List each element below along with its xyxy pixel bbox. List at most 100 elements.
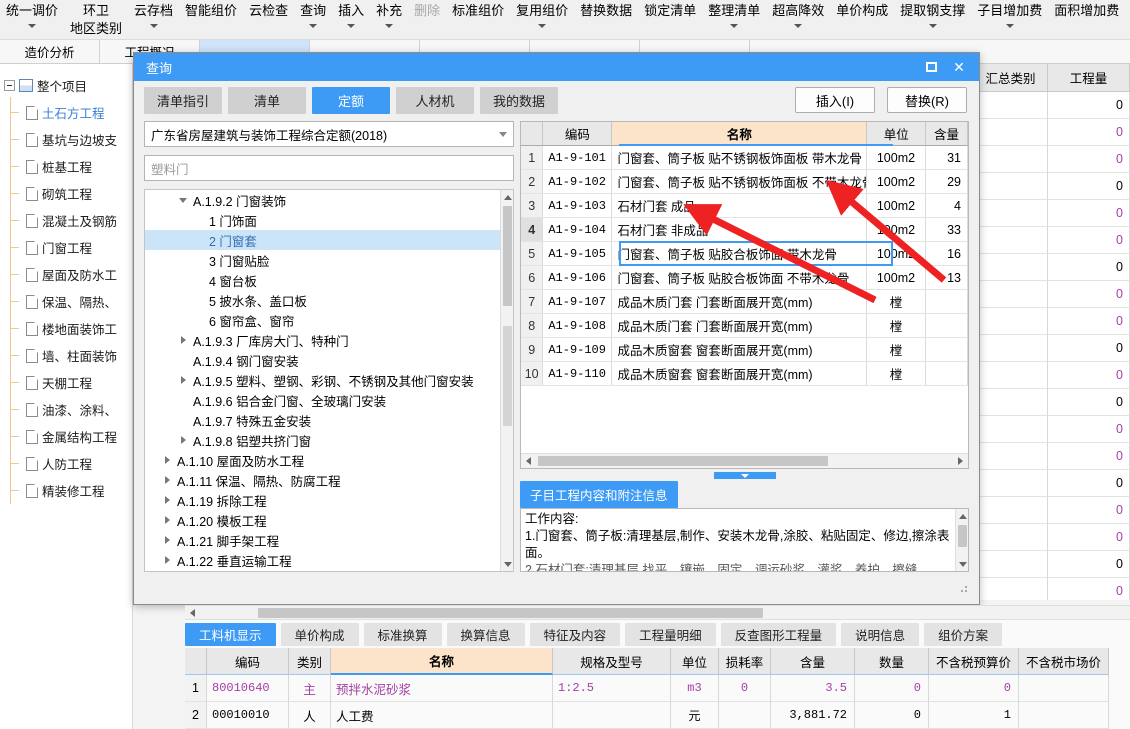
bottom-tab-5[interactable]: 工程量明细 (625, 623, 716, 646)
material-grid[interactable]: 编码 类别 名称 规格及型号 单位 损耗率 含量 数量 不含税预算价 不含税市场价 1 800106… (185, 648, 1130, 729)
ribbon-button-16[interactable]: 提取钢支撑 (894, 0, 971, 39)
quota-grid-row[interactable]: 3 A1-9-103 石材门套 成品 100m2 4 (521, 194, 968, 218)
main-grid-row[interactable]: 0 (974, 470, 1130, 497)
ribbon-button-0[interactable]: 统一调价 (0, 0, 64, 39)
cell-unit[interactable]: 100m2 (867, 218, 926, 242)
cell-market_price[interactable] (1019, 702, 1109, 729)
cell-idx[interactable]: 2 (185, 702, 207, 729)
tab-subitem-content[interactable]: 子目工程内容和附注信息 (520, 481, 678, 508)
cell-name[interactable]: 成品木质窗套 窗套断面展开宽(mm) (612, 362, 868, 386)
cell-quantity[interactable]: 0 (1048, 443, 1130, 470)
cell-name[interactable]: 成品木质窗套 窗套断面展开宽(mm) (612, 338, 868, 362)
cell-code[interactable]: A1-9-101 (543, 146, 613, 170)
cell-code[interactable]: A1-9-109 (543, 338, 613, 362)
cell-spec[interactable] (553, 702, 671, 729)
project-tree-item-13[interactable]: 人防工程 (0, 448, 132, 477)
project-tree-item-9[interactable]: 墙、柱面装饰 (0, 340, 132, 369)
cell-summary[interactable] (974, 335, 1048, 362)
cell-content[interactable] (925, 314, 968, 338)
cell-summary[interactable] (974, 551, 1048, 578)
doc-tab-0[interactable]: 造价分析 (0, 40, 100, 63)
cell-content[interactable]: 29 (925, 170, 968, 194)
scroll-down-icon[interactable] (501, 557, 513, 571)
material-col-budget_price[interactable]: 不含税预算价 (929, 648, 1019, 675)
chevron-down-icon[interactable] (177, 198, 189, 203)
project-tree-item-7[interactable]: 保温、隔热、 (0, 286, 132, 315)
cell-unit[interactable]: 100m2 (867, 266, 926, 290)
main-grid-row[interactable]: 0 (974, 281, 1130, 308)
cell-name[interactable]: 门窗套、筒子板 贴不锈钢板饰面板 不带木龙骨 (612, 170, 868, 194)
cell-quantity[interactable]: 0 (1048, 308, 1130, 335)
chevron-right-icon[interactable] (161, 556, 173, 564)
cell-idx[interactable]: 6 (521, 266, 544, 290)
cell-summary[interactable] (974, 146, 1048, 173)
scrollbar-thumb-secondary[interactable] (503, 326, 512, 426)
cell-summary[interactable] (974, 92, 1048, 119)
ribbon-button-6[interactable]: 插入 (332, 0, 370, 39)
ribbon-button-7[interactable]: 补充 (370, 0, 408, 39)
project-tree-root[interactable]: 整个项目 (0, 72, 132, 99)
cell-quantity[interactable]: 0 (1048, 335, 1130, 362)
quota-col-code[interactable]: 编码 (543, 122, 613, 146)
main-grid-row[interactable]: 0 (974, 497, 1130, 524)
cell-summary[interactable] (974, 416, 1048, 443)
ribbon-button-3[interactable]: 智能组价 (179, 0, 243, 39)
main-grid-row[interactable]: 0 (974, 335, 1130, 362)
pane-splitter[interactable] (520, 472, 969, 479)
cell-content[interactable]: 33 (925, 218, 968, 242)
quota-grid-row[interactable]: 5 A1-9-105 门窗套、筒子板 贴胶合板饰面 带木龙骨 100m2 16 (521, 242, 968, 266)
main-grid-row[interactable]: 0 (974, 200, 1130, 227)
cell-category[interactable]: 主 (289, 675, 331, 702)
main-grid-row[interactable]: 0 (974, 119, 1130, 146)
main-grid-row[interactable]: 0 (974, 308, 1130, 335)
material-col-category[interactable]: 类别 (289, 648, 331, 675)
catalog-tree-item-17[interactable]: A.1.21 脚手架工程 (145, 530, 500, 550)
quota-result-grid[interactable]: 编码 名称 单位 含量 1 A1-9-101 门窗套、筒子板 贴不锈钢板饰面板 带木龙骨 1… (520, 121, 969, 469)
cell-unit[interactable]: 元 (671, 702, 719, 729)
project-tree-item-1[interactable]: 基坑与边坡支 (0, 124, 132, 153)
cell-unit[interactable]: 100m2 (867, 242, 926, 266)
cell-name[interactable]: 门窗套、筒子板 贴胶合板饰面 带木龙骨 (612, 242, 868, 266)
ribbon-button-1[interactable]: 环卫 地区类别 (64, 0, 128, 39)
cell-unit[interactable]: 100m2 (867, 170, 926, 194)
cell-content[interactable]: 4 (925, 194, 968, 218)
cell-summary[interactable] (974, 173, 1048, 200)
catalog-tree-item-8[interactable]: A.1.9.4 钢门窗安装 (145, 350, 500, 370)
scroll-right-icon[interactable] (953, 454, 968, 469)
cell-budget_price[interactable]: 0 (929, 675, 1019, 702)
project-tree-item-14[interactable]: 精装修工程 (0, 475, 132, 504)
cell-code[interactable]: A1-9-106 (543, 266, 613, 290)
cell-idx[interactable]: 10 (521, 362, 544, 386)
catalog-tree-item-15[interactable]: A.1.19 拆除工程 (145, 490, 500, 510)
cell-content[interactable] (925, 338, 968, 362)
cell-spec[interactable]: 1:2.5 (553, 675, 671, 702)
catalog-tree-item-14[interactable]: A.1.11 保温、隔热、防腐工程 (145, 470, 500, 490)
catalog-tree-item-10[interactable]: A.1.9.6 铝合金门窗、全玻璃门安装 (145, 390, 500, 410)
cell-quantity[interactable]: 0 (1048, 119, 1130, 146)
material-grid-row[interactable]: 2 00010010 人人工费 元 3,881.72 0 1 (185, 702, 1130, 729)
dialog-tab-1[interactable]: 清单 (228, 87, 306, 114)
scroll-left-icon[interactable] (521, 454, 536, 469)
ribbon-button-14[interactable]: 超高降效 (766, 0, 830, 39)
cell-idx[interactable]: 7 (521, 290, 544, 314)
catalog-tree-item-7[interactable]: A.1.9.3 厂库房大门、特种门 (145, 330, 500, 350)
quota-col-idx[interactable] (521, 122, 544, 146)
main-grid-row[interactable]: 0 (974, 362, 1130, 389)
material-col-code[interactable]: 编码 (207, 648, 289, 675)
cell-content[interactable]: 31 (925, 146, 968, 170)
cell-quantity[interactable]: 0 (1048, 416, 1130, 443)
cell-idx[interactable]: 9 (521, 338, 544, 362)
ribbon-button-9[interactable]: 标准组价 (446, 0, 510, 39)
catalog-tree-item-2[interactable]: 2 门窗套 (145, 230, 500, 250)
cell-summary[interactable] (974, 281, 1048, 308)
project-tree-item-6[interactable]: 屋面及防水工 (0, 259, 132, 288)
info-scrollbar-thumb[interactable] (958, 525, 967, 547)
cell-idx[interactable]: 1 (185, 675, 207, 702)
cell-qty[interactable]: 0 (855, 702, 929, 729)
cell-budget_price[interactable]: 1 (929, 702, 1019, 729)
cell-summary[interactable] (974, 254, 1048, 281)
catalog-tree-scrollbar[interactable] (500, 190, 513, 571)
catalog-tree-item-13[interactable]: A.1.10 屋面及防水工程 (145, 450, 500, 470)
cell-summary[interactable] (974, 119, 1048, 146)
cell-unit[interactable]: 樘 (867, 338, 926, 362)
